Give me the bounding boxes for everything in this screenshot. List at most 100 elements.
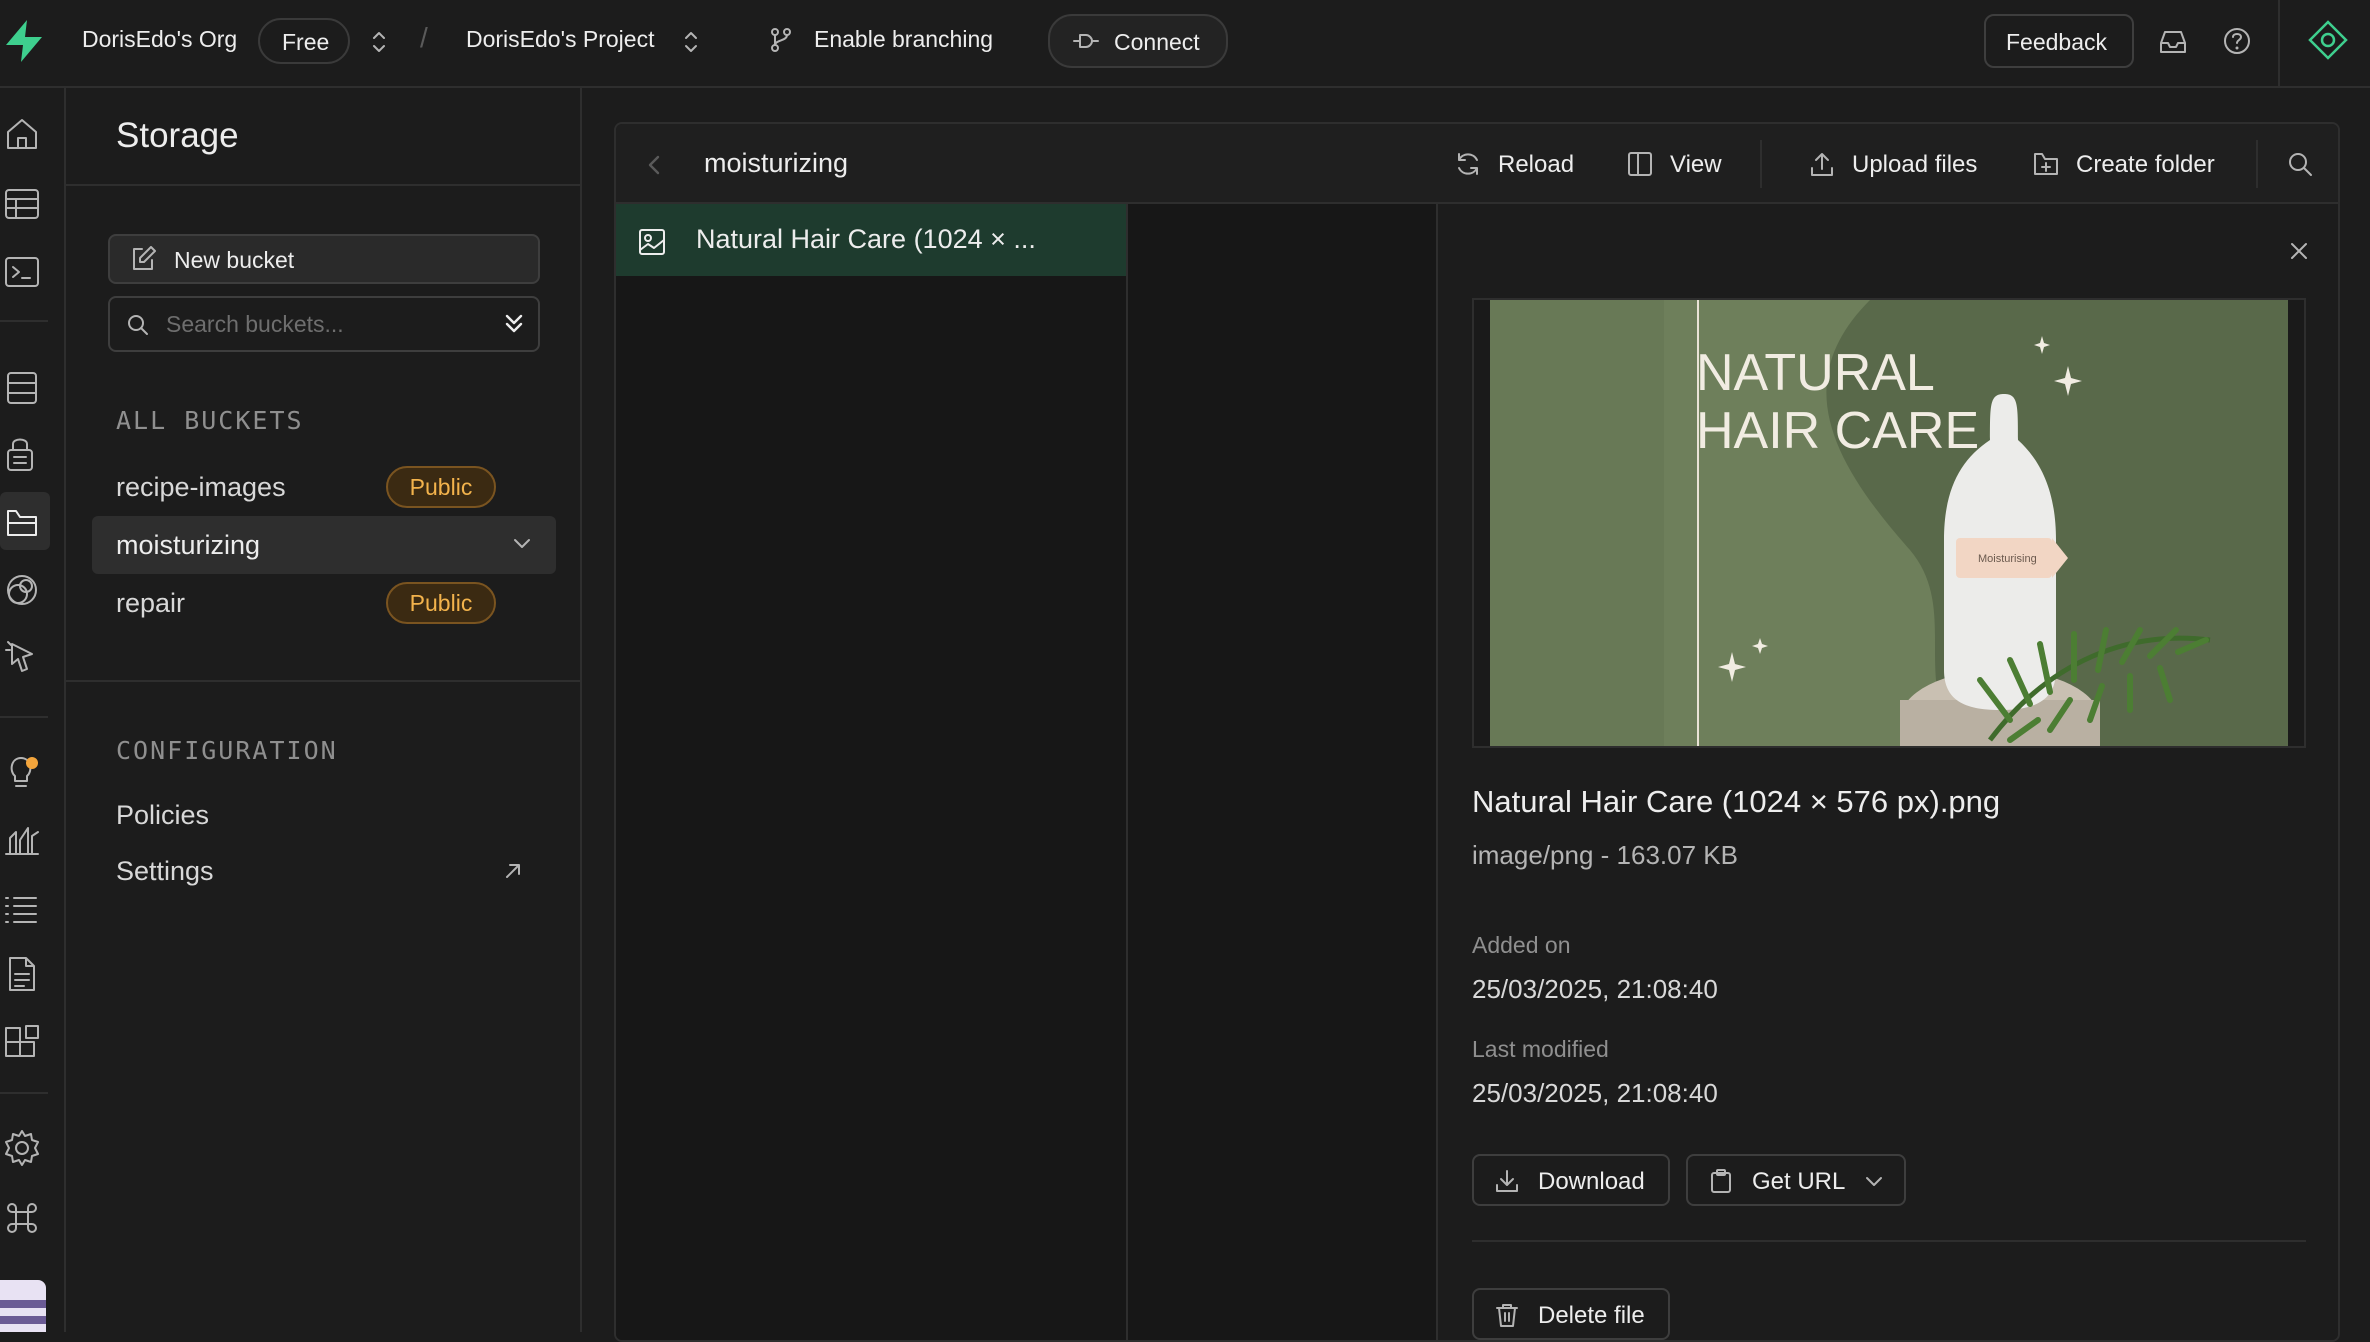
connect-button[interactable]: Connect bbox=[1048, 14, 1228, 68]
bucket-item-moisturizing[interactable]: moisturizing bbox=[92, 516, 556, 574]
file-row[interactable]: Natural Hair Care (1024 × ... bbox=[616, 204, 1126, 276]
get-url-button[interactable]: Get URL bbox=[1686, 1154, 1906, 1206]
bucket-item-repair[interactable]: repair Public bbox=[92, 574, 556, 632]
bucket-name: recipe-images bbox=[116, 472, 286, 502]
enable-branching-label: Enable branching bbox=[814, 26, 994, 52]
edge-functions-icon[interactable] bbox=[2, 636, 42, 676]
advisors-icon[interactable] bbox=[2, 752, 42, 792]
user-avatar[interactable] bbox=[0, 1280, 46, 1332]
assistant-icon[interactable] bbox=[2308, 20, 2348, 60]
integrations-icon[interactable] bbox=[2, 1022, 42, 1062]
header-divider bbox=[2256, 140, 2258, 188]
view-button[interactable]: View bbox=[1626, 146, 1736, 182]
storage-sidebar: Storage New bucket Search buckets... ALL… bbox=[66, 88, 582, 1332]
rail-divider bbox=[0, 1092, 48, 1094]
upload-files-button[interactable]: Upload files bbox=[1808, 146, 1988, 182]
header-divider bbox=[1760, 140, 1762, 188]
all-buckets-heading: ALL BUCKETS bbox=[116, 406, 304, 435]
bucket-name: repair bbox=[116, 588, 186, 618]
help-icon[interactable] bbox=[2222, 26, 2252, 56]
file-column: Natural Hair Care (1024 × ... bbox=[616, 204, 1128, 1340]
external-link-icon[interactable] bbox=[502, 860, 524, 882]
rail-divider bbox=[0, 320, 48, 322]
git-branch-icon bbox=[771, 28, 791, 52]
supabase-logo-icon[interactable] bbox=[2, 18, 46, 64]
search-placeholder: Search buckets... bbox=[166, 311, 344, 337]
storage-icon bbox=[7, 510, 37, 536]
added-on-value: 25/03/2025, 21:08:40 bbox=[1472, 974, 1718, 1004]
new-bucket-button[interactable]: New bucket bbox=[108, 234, 540, 284]
plan-badge-label: Free bbox=[282, 29, 330, 55]
storage-title: Storage bbox=[116, 116, 239, 155]
bottle-label: Moisturising bbox=[1978, 553, 2037, 565]
breadcrumb-separator: / bbox=[420, 22, 428, 53]
project-name[interactable]: DorisEdo's Project bbox=[466, 26, 654, 53]
preview-file-meta: image/png - 163.07 KB bbox=[1472, 840, 1738, 870]
bucket-item-recipe-images[interactable]: recipe-images Public bbox=[92, 458, 556, 516]
feedback-label: Feedback bbox=[2006, 29, 2108, 55]
org-switcher-icon[interactable] bbox=[368, 29, 390, 55]
view-label: View bbox=[1670, 151, 1722, 178]
storage-nav-item[interactable] bbox=[0, 492, 50, 550]
auth-icon[interactable] bbox=[2, 434, 42, 474]
file-preview-pane: NATURAL HAIR CARE Moisturising Natural H… bbox=[1440, 204, 2338, 1340]
feedback-button[interactable]: Feedback bbox=[1984, 14, 2134, 68]
clipboard-icon bbox=[1711, 1169, 1731, 1193]
public-badge: Public bbox=[386, 582, 496, 624]
plug-icon bbox=[1073, 34, 1099, 48]
database-icon[interactable] bbox=[2, 368, 42, 408]
search-files-icon[interactable] bbox=[2286, 150, 2314, 178]
image-preview: NATURAL HAIR CARE Moisturising bbox=[1472, 298, 2306, 748]
create-folder-button[interactable]: Create folder bbox=[2032, 146, 2232, 182]
preview-divider bbox=[1472, 1240, 2306, 1242]
chevron-down-icon bbox=[1866, 1177, 1882, 1186]
new-bucket-label: New bucket bbox=[174, 247, 295, 273]
sql-editor-icon[interactable] bbox=[2, 252, 42, 292]
folder-plus-icon bbox=[2034, 153, 2058, 175]
home-icon[interactable] bbox=[2, 114, 42, 154]
config-item-policies[interactable]: Policies bbox=[116, 800, 209, 831]
upload-files-label: Upload files bbox=[1852, 151, 1978, 178]
delete-file-button[interactable]: Delete file bbox=[1472, 1288, 1670, 1340]
org-name[interactable]: DorisEdo's Org bbox=[82, 26, 237, 53]
reports-icon[interactable] bbox=[2, 820, 42, 860]
added-on-label: Added on bbox=[1472, 932, 1571, 958]
top-bar: DorisEdo's Org Free / DorisEdo's Project… bbox=[0, 0, 2370, 88]
enable-branching-button[interactable]: Enable branching bbox=[768, 22, 1008, 62]
rail-divider bbox=[0, 716, 48, 718]
connect-label: Connect bbox=[1114, 29, 1200, 55]
preview-file-name: Natural Hair Care (1024 × 576 px).png bbox=[1472, 784, 2001, 819]
command-icon[interactable] bbox=[2, 1198, 42, 1238]
reload-button[interactable]: Reload bbox=[1454, 146, 1584, 182]
public-badge: Public bbox=[386, 466, 496, 508]
realtime-icon[interactable] bbox=[2, 570, 42, 610]
back-chevron-icon[interactable] bbox=[646, 154, 662, 176]
settings-icon[interactable] bbox=[2, 1128, 42, 1168]
logs-icon[interactable] bbox=[2, 888, 42, 928]
configuration-heading: CONFIGURATION bbox=[116, 736, 338, 765]
image-file-icon bbox=[639, 229, 665, 255]
image-headline: HAIR CARE bbox=[1696, 402, 1979, 460]
inbox-icon[interactable] bbox=[2158, 28, 2188, 56]
get-url-label: Get URL bbox=[1752, 1168, 1846, 1195]
plan-badge: Free bbox=[258, 18, 350, 64]
bucket-name: moisturizing bbox=[116, 530, 261, 560]
image-preview-graphic: NATURAL HAIR CARE Moisturising bbox=[1490, 300, 2288, 746]
api-docs-icon[interactable] bbox=[2, 954, 42, 994]
sidebar-divider bbox=[66, 680, 580, 682]
download-icon bbox=[1496, 1170, 1518, 1192]
project-switcher-icon[interactable] bbox=[680, 29, 702, 55]
chevron-down-icon[interactable] bbox=[512, 536, 532, 552]
last-modified-value: 25/03/2025, 21:08:40 bbox=[1472, 1078, 1718, 1108]
topbar-divider bbox=[2278, 0, 2280, 86]
config-item-settings[interactable]: Settings bbox=[116, 856, 214, 887]
search-buckets-input[interactable]: Search buckets... bbox=[108, 296, 540, 352]
close-icon[interactable] bbox=[2288, 240, 2310, 262]
edit-icon bbox=[133, 246, 156, 270]
image-headline: NATURAL bbox=[1696, 344, 1935, 402]
file-name: Natural Hair Care (1024 × ... bbox=[696, 224, 1036, 254]
sort-chevrons-icon[interactable] bbox=[502, 311, 526, 337]
sidebar-divider bbox=[66, 184, 580, 186]
download-button[interactable]: Download bbox=[1472, 1154, 1670, 1206]
table-editor-icon[interactable] bbox=[2, 184, 42, 224]
